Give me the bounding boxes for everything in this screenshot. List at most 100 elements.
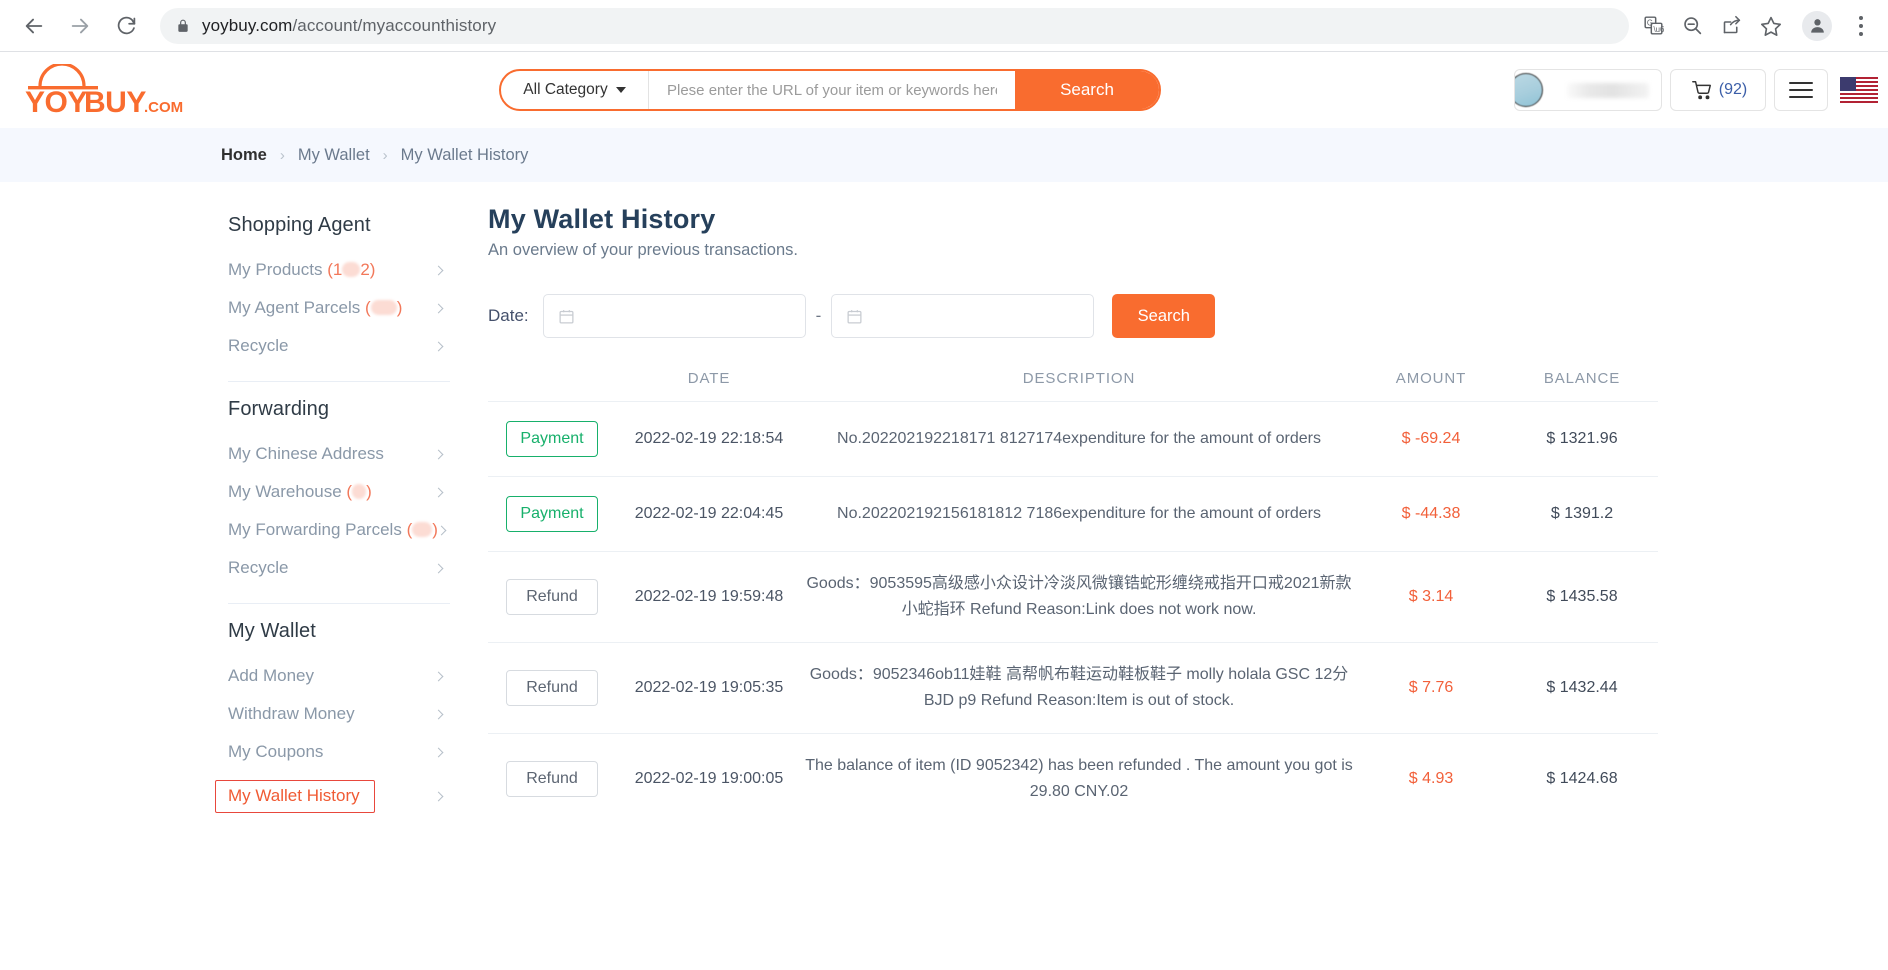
transaction-amount-cell: $ -69.24 [1401,430,1461,447]
site-header: YOY BUY .COM All Category Search (92) [0,52,1888,128]
sidebar-group: My Wallet Add Money Withdraw Money My Coupo… [215,610,450,826]
chevron-right-icon [433,671,444,681]
sidebar-item-my-agent-parcels[interactable]: My Agent Parcels () [228,289,450,327]
transaction-description-cell: The balance of item (ID 9052342) has bee… [805,756,1353,800]
table-row: Payment 2022-02-19 22:18:54 No.20220219221… [488,401,1658,477]
svg-text:\u6587: \u6587 [1654,25,1665,34]
breadcrumb-my-wallet[interactable]: My Wallet [298,146,370,165]
breadcrumb-separator: › [279,146,285,164]
sidebar-item-count: () [360,298,402,317]
search-input[interactable] [649,71,1015,109]
hamburger-icon [1789,82,1813,98]
sidebar-item-recycle[interactable]: Recycle [228,549,450,587]
profile-avatar-icon[interactable] [1802,10,1832,41]
sidebar-group-title: My Wallet [228,620,316,642]
table-row: Refund 2022-02-19 19:05:35 Goods：9052346ob… [488,642,1658,733]
sidebar-item-text: My Forwarding Parcels [228,520,402,539]
redacted-count [370,300,397,315]
date-filter-label: Date: [488,306,529,325]
search-button[interactable]: Search [1015,71,1159,109]
us-flag-icon[interactable] [1840,77,1878,103]
status-badge[interactable]: Refund [506,760,598,797]
status-badge[interactable]: Refund [506,669,598,706]
sidebar-item-my-coupons[interactable]: My Coupons [228,733,450,771]
sidebar-item-count: (1 2) [322,260,375,279]
chevron-right-icon [433,303,444,313]
sidebar-item-label: My Products (1 2) [228,260,375,280]
sidebar-item-count: () [342,482,371,501]
cart-button[interactable]: (92) [1670,69,1766,111]
table-row: Payment 2022-02-19 22:04:45 No.20220219215… [488,476,1658,552]
kebab-menu-icon[interactable] [1848,15,1874,36]
sidebar-item-recycle[interactable]: Recycle [228,327,450,365]
transaction-type-cell: Payment [488,477,616,552]
sidebar-count-prefix: (1 [327,260,343,279]
sidebar-item-my-warehouse[interactable]: My Warehouse () [228,473,450,511]
breadcrumb-home[interactable]: Home [221,146,267,165]
transaction-date-cell: 2022-02-19 19:05:35 [634,678,784,696]
transaction-balance-cell: $ 1321.96 [1546,430,1618,447]
column-header-description: DESCRIPTION [1022,370,1136,387]
sidebar-item-withdraw-money[interactable]: Withdraw Money [228,695,450,733]
share-icon[interactable] [1721,15,1742,36]
sidebar-count-suffix: 2) [360,260,376,279]
header-right-actions: (92) [1514,69,1878,111]
reload-icon[interactable] [106,6,146,46]
transaction-amount-cell: $ 7.76 [1408,678,1454,696]
hamburger-menu-button[interactable] [1774,69,1828,111]
sidebar-item-label: My Warehouse () [228,482,372,502]
transaction-amount-cell: $ 4.93 [1408,769,1454,787]
column-header-amount: AMOUNT [1395,370,1467,387]
sidebar-item-text: My Warehouse [228,482,342,501]
sidebar-item-text: My Products [228,260,323,279]
breadcrumb-separator: › [382,146,388,164]
url-path: /account/myaccounthistory [292,15,497,35]
date-to-input[interactable] [831,294,1095,338]
yoybuy-logo[interactable]: YOY BUY .COM [12,64,184,116]
date-from-input[interactable] [542,294,806,338]
category-select[interactable]: All Category [501,71,649,109]
table-row: Refund 2022-02-19 19:00:05 The balance of … [488,733,1658,823]
sidebar-item-add-money[interactable]: Add Money [228,657,450,695]
sidebar-item-my-wallet-history[interactable]: My Wallet History [215,771,450,822]
table-body: Payment 2022-02-19 22:18:54 No.20220219221… [488,401,1658,824]
sidebar-item-label: My Chinese Address [228,444,384,464]
account-menu[interactable] [1514,69,1662,111]
site-search: All Category Search [499,69,1161,111]
category-select-label: All Category [523,81,608,98]
transaction-date-cell: 2022-02-19 19:59:48 [634,587,784,605]
sidebar-group: Forwarding My Chinese Address My Warehouse… [228,388,450,591]
date-search-button[interactable]: Search [1112,294,1216,338]
status-badge[interactable]: Payment [506,496,598,532]
star-icon[interactable] [1760,15,1782,37]
sidebar-item-my-products[interactable]: My Products (1 2) [228,251,450,289]
transaction-description-cell: Goods：9053595高级感小众设计冷淡风微镶锆蛇形缠绕戒指开口戒2021新… [806,575,1352,618]
status-badge[interactable]: Refund [506,578,598,615]
sidebar-item-label: Recycle [228,336,288,356]
status-badge[interactable]: Payment [506,421,598,457]
transaction-date-cell: 2022-02-19 22:18:54 [634,430,784,447]
avatar [1515,73,1543,107]
sidebar-item-label: Withdraw Money [228,704,355,724]
address-bar[interactable]: yoybuy.com/account/myaccounthistory [160,7,1629,44]
chevron-down-icon [615,87,626,93]
sidebar-item-my-forwarding-parcels[interactable]: My Forwarding Parcels () [228,511,450,549]
transaction-description-cell: No.202202192218171 8127174expenditure fo… [837,430,1321,448]
date-range-separator: - [815,306,822,325]
transaction-amount-cell: $ -44.38 [1401,505,1461,522]
chevron-right-icon [433,487,444,497]
back-arrow-icon[interactable] [14,6,54,46]
chevron-right-icon [433,709,444,719]
chevron-right-icon [433,341,444,351]
redacted-count [352,484,367,499]
transactions-table: DATE DESCRIPTION AMOUNT BALANCE Payment 2022… [488,370,1658,823]
breadcrumb-current: My Wallet History [400,145,529,164]
sidebar-item-my-chinese-address[interactable]: My Chinese Address [228,435,450,473]
forward-arrow-icon[interactable] [60,6,100,46]
sidebar-item-count: () [402,520,438,539]
sidebar-item-text: Recycle [228,336,289,355]
zoom-out-icon[interactable] [1682,15,1703,36]
redacted-count [342,262,361,277]
translate-icon[interactable]: G\u6587 [1643,15,1664,36]
svg-text:BUY: BUY [84,86,146,116]
